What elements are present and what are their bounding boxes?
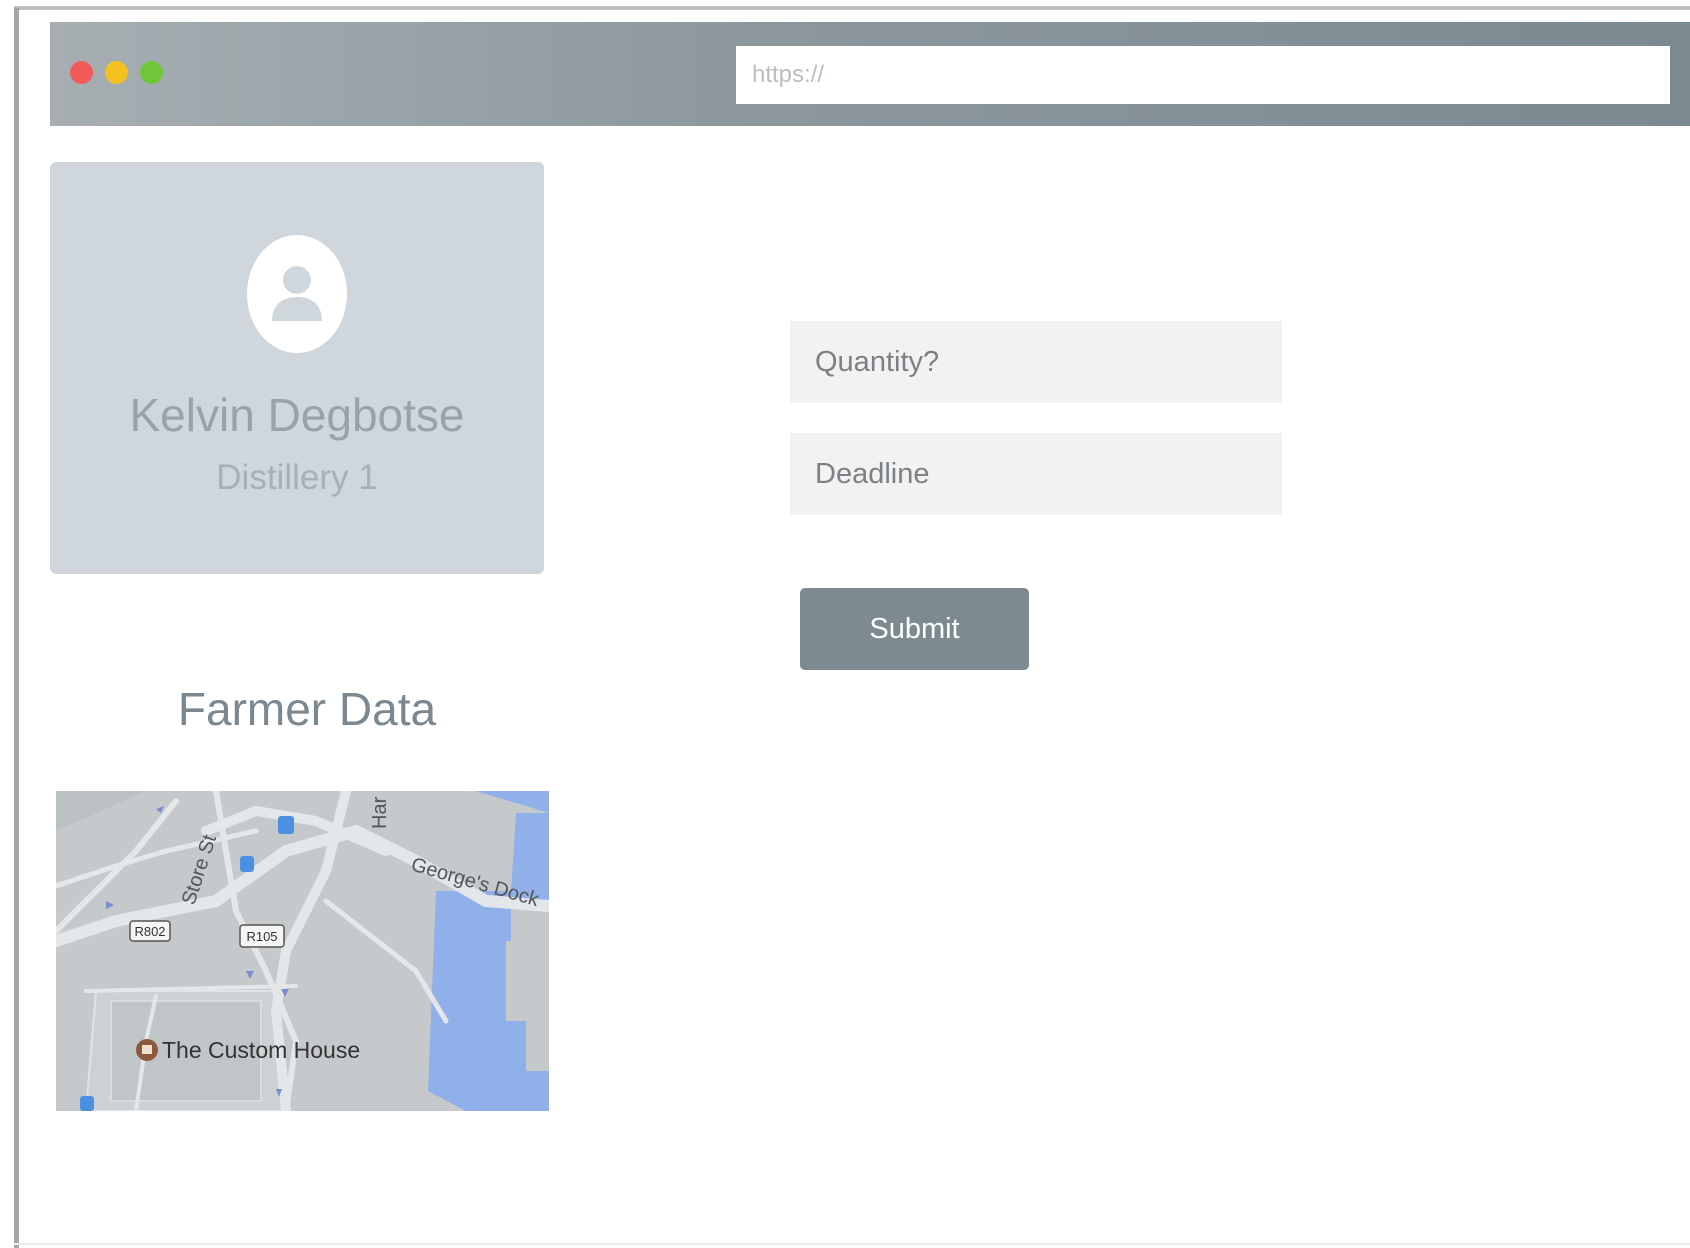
window-frame-top xyxy=(14,6,1690,10)
farmer-data-title: Farmer Data xyxy=(177,683,437,735)
profile-subtitle: Distillery 1 xyxy=(216,458,378,497)
bus-stop-icon xyxy=(80,1096,94,1111)
avatar xyxy=(247,235,347,353)
close-window-dot[interactable] xyxy=(70,61,93,84)
map[interactable]: R802 R105 Store St George's Dock Har The… xyxy=(56,791,549,1111)
bus-stop-icon xyxy=(240,856,254,872)
user-icon xyxy=(272,266,322,321)
submit-button[interactable]: Submit xyxy=(800,588,1029,670)
window-frame-left xyxy=(14,8,19,1248)
profile-card xyxy=(50,162,544,574)
maximize-window-dot[interactable] xyxy=(140,61,163,84)
street-label: Har xyxy=(369,796,391,829)
minimize-window-dot[interactable] xyxy=(105,61,128,84)
url-bar[interactable] xyxy=(736,46,1670,104)
quantity-input[interactable] xyxy=(790,321,1282,403)
road-shield: R105 xyxy=(239,924,285,948)
road-shield-label: R802 xyxy=(134,924,165,939)
road-shield: R802 xyxy=(129,920,171,942)
bus-stop-icon xyxy=(278,816,294,834)
window-frame-bottom xyxy=(14,1243,1690,1245)
road-shield-label: R105 xyxy=(246,929,277,944)
deadline-input[interactable] xyxy=(790,433,1282,515)
place-label: The Custom House xyxy=(162,1037,360,1063)
profile-name: Kelvin Degbotse xyxy=(129,389,465,441)
